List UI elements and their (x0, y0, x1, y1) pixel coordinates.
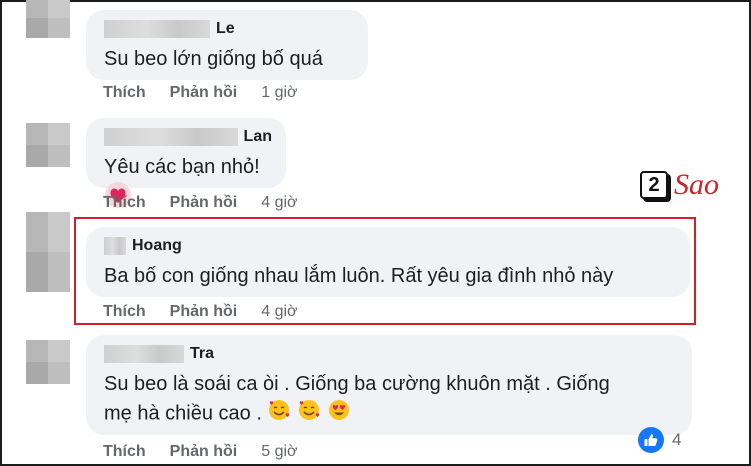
screenshot-root: { "comments": [ {"name": "Le", "text": "… (0, 0, 751, 466)
comment-text: Su beo lớn giống bố quá (104, 48, 323, 70)
like-icon (638, 427, 664, 453)
blurred-name (104, 128, 238, 146)
reply-button[interactable]: Phản hồi (170, 443, 238, 461)
comment-text-line: Su beo là soái ca òi . Giống ba cường kh… (104, 373, 610, 395)
commenter-avatar[interactable] (26, 123, 70, 167)
comment-actions: Thích Phản hồi 5 giờ (103, 443, 298, 461)
comment-text-row: mẹ hà chiều cao . (104, 398, 678, 430)
commenter-avatar[interactable] (26, 340, 70, 384)
commenter-name[interactable]: Tra (190, 345, 214, 363)
reply-button[interactable]: Phản hồi (170, 194, 238, 212)
smiling-face-with-hearts-icon (267, 398, 291, 430)
comment-bubble: Le Su beo lớn giống bố quá (86, 10, 368, 80)
like-button[interactable]: Thích (103, 194, 146, 212)
commenter-avatar[interactable] (26, 212, 70, 292)
commenter-avatar[interactable] (26, 0, 70, 38)
highlight-frame (74, 217, 696, 325)
blurred-name (104, 345, 184, 363)
watermark-logo: 2 Sao (640, 168, 719, 202)
like-button[interactable]: Thích (103, 443, 146, 461)
comment-actions: Thích Phản hồi 4 giờ (103, 194, 298, 212)
comment-timestamp[interactable]: 1 giờ (261, 84, 297, 102)
reaction-summary[interactable]: 4 (638, 427, 681, 453)
comment-actions: Thích Phản hồi 1 giờ (103, 84, 298, 102)
comment-text: Yêu các bạn nhỏ! (104, 156, 260, 178)
reply-button[interactable]: Phản hồi (170, 84, 238, 102)
comment-timestamp[interactable]: 5 giờ (261, 443, 297, 461)
logo-digit: 2 (640, 171, 668, 199)
comment-bubble: Lan Yêu các bạn nhỏ! (86, 118, 286, 208)
comment-timestamp[interactable]: 4 giờ (261, 194, 297, 212)
commenter-name[interactable]: Le (216, 20, 235, 38)
like-button[interactable]: Thích (103, 84, 146, 102)
comment-bubble: Tra Su beo là soái ca òi . Giống ba cườn… (86, 335, 692, 435)
comment-text-line: mẹ hà chiều cao . (104, 402, 262, 425)
commenter-name[interactable]: Lan (244, 128, 272, 146)
blurred-name (104, 20, 210, 38)
heart-eyes-icon (327, 398, 351, 430)
logo-word: Sao (674, 168, 719, 201)
smiling-face-with-hearts-icon (297, 398, 321, 430)
reaction-count: 4 (672, 430, 682, 449)
